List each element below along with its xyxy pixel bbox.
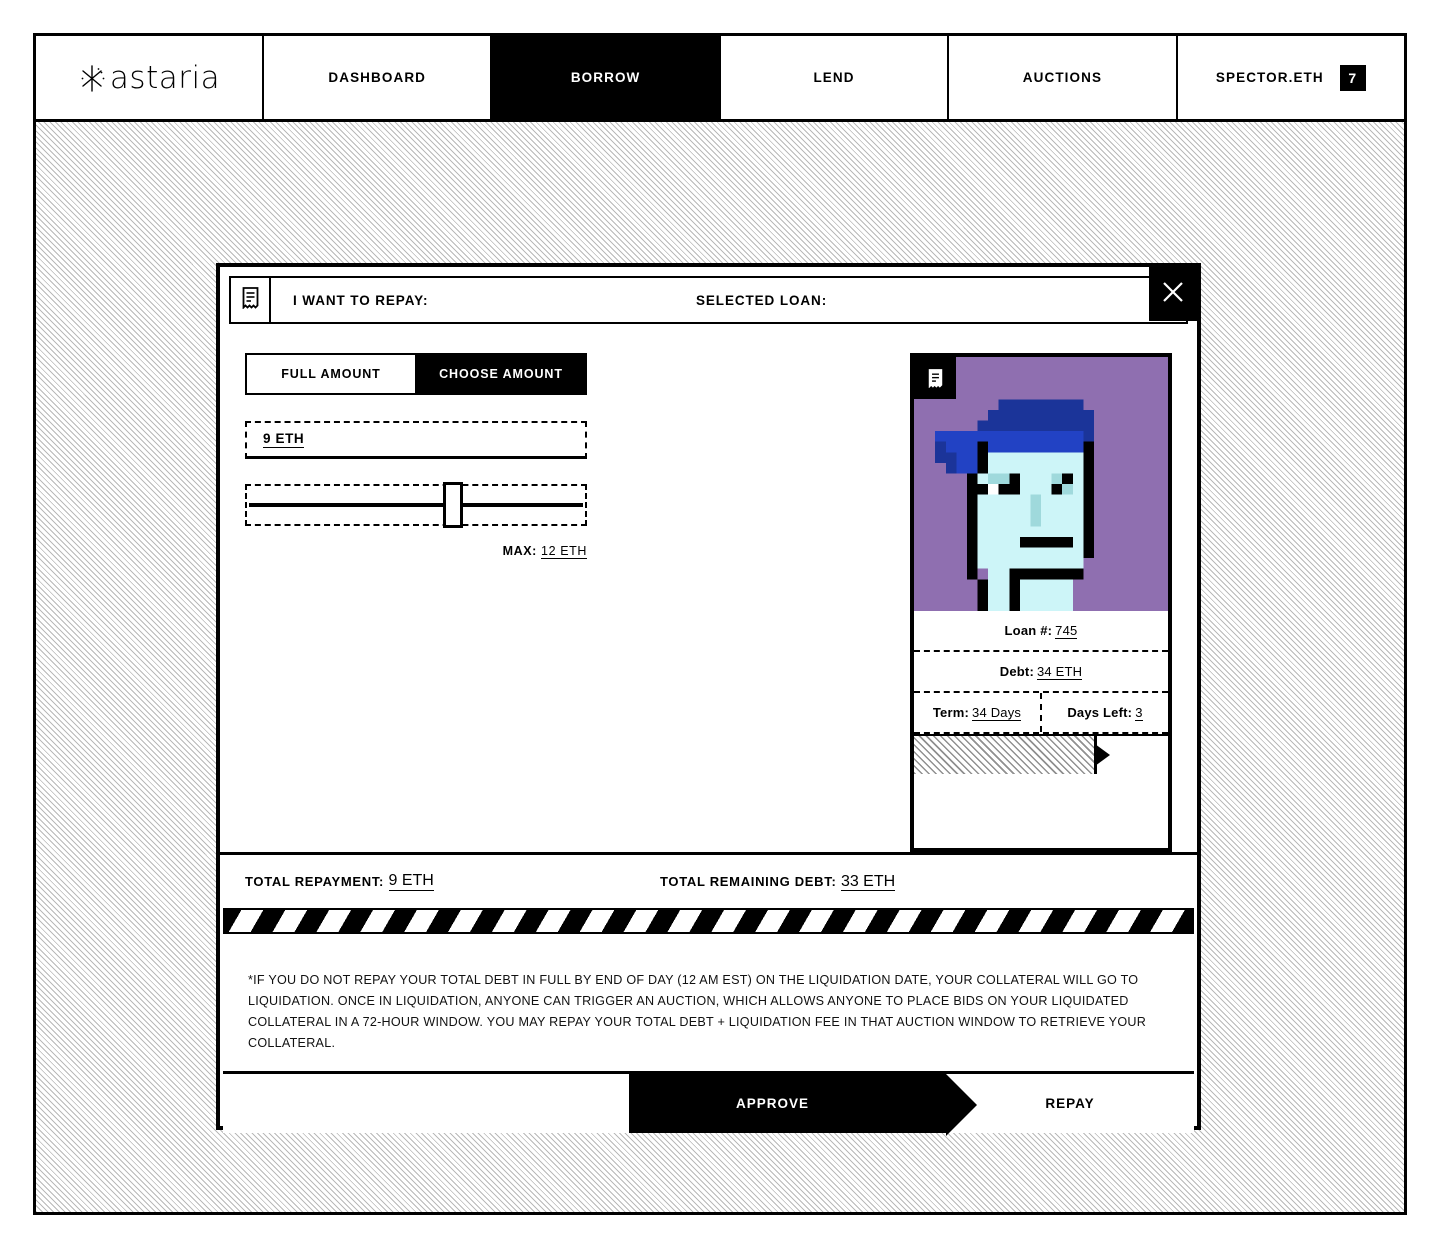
nav-label: LEND bbox=[813, 70, 855, 85]
tab-label: FULL AMOUNT bbox=[281, 367, 381, 381]
modal-footer: APPROVE REPAY bbox=[223, 1071, 1194, 1136]
approve-button[interactable]: APPROVE bbox=[629, 1074, 977, 1136]
account-name: SPECTOR.ETH bbox=[1215, 70, 1324, 85]
progress-marker-arrow-icon bbox=[1094, 744, 1110, 766]
receipt-icon bbox=[242, 286, 259, 314]
close-button[interactable] bbox=[1149, 267, 1197, 321]
close-icon bbox=[1160, 279, 1186, 310]
loan-progress-bar bbox=[914, 734, 1168, 774]
loan-card[interactable]: Loan #: 745 Debt: 34 ETH Term: 34 Days D… bbox=[910, 353, 1172, 852]
max-amount-row: MAX: 12 ETH bbox=[245, 544, 587, 559]
loan-debt-row: Debt: 34 ETH bbox=[914, 652, 1168, 693]
loan-number-label: Loan #: bbox=[1004, 623, 1053, 638]
repay-amount-input[interactable]: 9 ETH bbox=[245, 421, 587, 459]
loan-progress-fill bbox=[914, 736, 1110, 774]
brand-name: astaria bbox=[109, 59, 221, 96]
repay-button[interactable]: REPAY bbox=[946, 1074, 1194, 1133]
nav-item-lend[interactable]: LEND bbox=[720, 36, 950, 119]
loan-term-row: Term: 34 Days Days Left: 3 bbox=[914, 693, 1168, 734]
brand-logo[interactable]: astaria bbox=[36, 36, 264, 119]
repay-amount-slider[interactable] bbox=[245, 482, 587, 528]
max-label: MAX: bbox=[502, 544, 537, 558]
repay-modal: I WANT TO REPAY: SELECTED LOAN: FULL AMO… bbox=[216, 263, 1201, 1136]
loan-debt-value: 34 ETH bbox=[1036, 663, 1083, 680]
caution-stripe-divider bbox=[223, 908, 1194, 934]
total-remaining-label: TOTAL REMAINING DEBT: bbox=[660, 873, 837, 889]
totals-row: TOTAL REPAYMENT: 9 ETH TOTAL REMAINING D… bbox=[220, 852, 1197, 908]
nav-item-borrow[interactable]: BORROW bbox=[492, 36, 721, 119]
app-frame: astaria DASHBOARD BORROW LEND AUCTIONS S… bbox=[33, 33, 1407, 1215]
modal-header-bar: I WANT TO REPAY: SELECTED LOAN: bbox=[271, 276, 1188, 324]
slider-track bbox=[249, 503, 583, 507]
tab-full-amount[interactable]: FULL AMOUNT bbox=[245, 353, 417, 395]
loan-term-label: Term: bbox=[932, 705, 970, 720]
account-notification-badge[interactable]: 7 bbox=[1339, 64, 1366, 91]
total-remaining-value: 33 ETH bbox=[840, 872, 896, 891]
repay-label: REPAY bbox=[1045, 1096, 1095, 1111]
liquidation-disclaimer: *IF YOU DO NOT REPAY YOUR TOTAL DEBT IN … bbox=[248, 973, 1147, 1050]
loan-term-value: 34 Days bbox=[972, 704, 1022, 721]
approve-label: APPROVE bbox=[735, 1096, 810, 1111]
receipt-icon bbox=[928, 368, 943, 388]
repay-amount-panel: FULL AMOUNT CHOOSE AMOUNT 9 ETH MAX: 12 … bbox=[245, 353, 742, 852]
collateral-nft-image bbox=[914, 357, 1168, 611]
nav-item-dashboard[interactable]: DASHBOARD bbox=[264, 36, 493, 119]
page-background: I WANT TO REPAY: SELECTED LOAN: FULL AMO… bbox=[36, 122, 1404, 1212]
total-remaining-group: TOTAL REMAINING DEBT: 33 ETH bbox=[660, 872, 896, 891]
amount-mode-tabs: FULL AMOUNT CHOOSE AMOUNT bbox=[245, 353, 587, 395]
nav-label: AUCTIONS bbox=[1022, 70, 1103, 85]
loan-debt-label: Debt: bbox=[999, 664, 1034, 679]
loan-number-row: Loan #: 745 bbox=[914, 611, 1168, 652]
total-repayment-label: TOTAL REPAYMENT: bbox=[245, 874, 385, 889]
total-repayment-value: 9 ETH bbox=[388, 872, 434, 891]
nav-label: BORROW bbox=[570, 70, 641, 85]
loan-days-left: Days Left: 3 bbox=[1040, 693, 1168, 732]
repay-heading: I WANT TO REPAY: bbox=[293, 292, 429, 308]
nft-receipt-badge bbox=[914, 357, 956, 399]
days-left-value: 3 bbox=[1135, 704, 1143, 721]
tab-choose-amount[interactable]: CHOOSE AMOUNT bbox=[417, 353, 587, 395]
slider-handle[interactable] bbox=[443, 482, 464, 528]
modal-body: FULL AMOUNT CHOOSE AMOUNT 9 ETH MAX: 12 … bbox=[220, 324, 1197, 852]
repay-amount-value: 9 ETH bbox=[263, 431, 305, 448]
receipt-icon-box bbox=[229, 276, 271, 324]
tab-label: CHOOSE AMOUNT bbox=[439, 367, 563, 381]
nav-label: DASHBOARD bbox=[328, 70, 427, 85]
max-value: 12 ETH bbox=[541, 544, 587, 559]
days-left-label: Days Left: bbox=[1067, 705, 1133, 720]
selected-loan-panel: Loan #: 745 Debt: 34 ETH Term: 34 Days D… bbox=[742, 353, 1172, 852]
asterisk-star-icon bbox=[78, 61, 108, 95]
selected-loan-heading: SELECTED LOAN: bbox=[696, 292, 828, 308]
modal-header: I WANT TO REPAY: SELECTED LOAN: bbox=[229, 267, 1197, 324]
nav-item-auctions[interactable]: AUCTIONS bbox=[949, 36, 1178, 119]
top-navigation: astaria DASHBOARD BORROW LEND AUCTIONS S… bbox=[36, 36, 1405, 122]
loan-number-value: 745 bbox=[1055, 622, 1078, 639]
loan-term: Term: 34 Days bbox=[914, 693, 1040, 732]
account-menu[interactable]: SPECTOR.ETH 7 bbox=[1177, 36, 1405, 119]
footer-spacer bbox=[223, 1074, 629, 1133]
